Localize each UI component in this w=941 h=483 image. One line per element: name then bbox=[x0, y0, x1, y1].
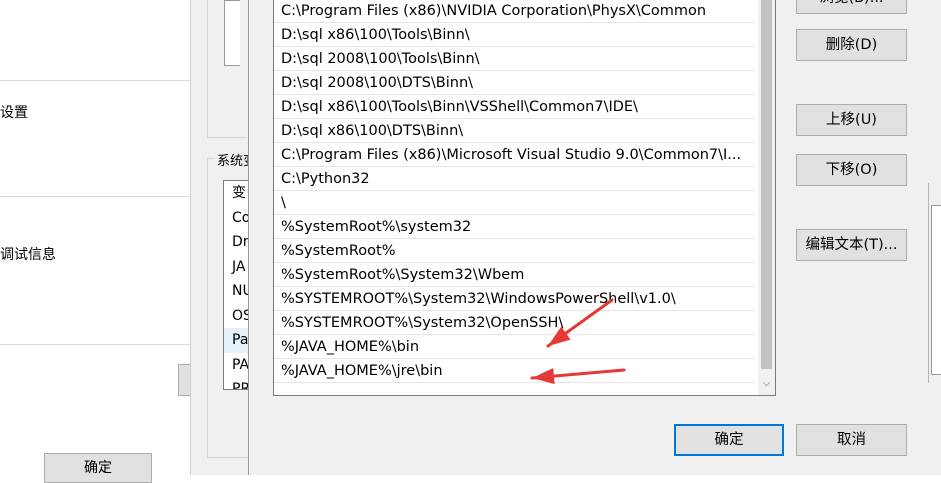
vertical-scrollbar[interactable]: ⌵ bbox=[758, 0, 775, 395]
divider bbox=[0, 196, 190, 197]
list-item[interactable]: JA bbox=[224, 255, 249, 280]
move-up-button[interactable]: 上移(U) bbox=[796, 104, 907, 136]
list-item[interactable]: PR bbox=[224, 377, 249, 389]
path-entry[interactable]: %SYSTEMROOT%\System32\OpenSSH\ bbox=[274, 311, 754, 335]
path-entries-list[interactable]: C:\Program Files (x86)\NVIDIA Corporatio… bbox=[273, 0, 776, 396]
list-item[interactable]: PA bbox=[224, 353, 249, 378]
background-window-edge bbox=[928, 183, 941, 383]
edit-environment-variable-dialog: C:\Program Files (x86)\NVIDIA Corporatio… bbox=[248, 0, 941, 475]
path-entry[interactable]: D:\sql x86\100\Tools\Binn\VSShell\Common… bbox=[274, 95, 754, 119]
divider bbox=[0, 80, 190, 81]
scroll-down-arrow-icon[interactable]: ⌵ bbox=[758, 375, 775, 392]
background-ok-button[interactable]: 确定 bbox=[44, 453, 152, 483]
background-list bbox=[931, 205, 941, 375]
divider bbox=[0, 344, 190, 345]
path-entry[interactable]: D:\sql x86\100\Tools\Binn\ bbox=[274, 23, 754, 47]
settings-label: 设置 bbox=[0, 105, 28, 121]
list-item[interactable]: Dr bbox=[224, 230, 249, 255]
path-entry[interactable]: %JAVA_HOME%\jre\bin bbox=[274, 359, 754, 383]
system-variables-list[interactable]: 变 Co Dr JA NU OS Pa PA PR bbox=[223, 180, 249, 390]
cancel-button[interactable]: 取消 bbox=[796, 424, 907, 456]
delete-button[interactable]: 删除(D) bbox=[796, 29, 907, 61]
list-item[interactable]: NU bbox=[224, 279, 249, 304]
background-window: 设置 调试信息 确定 bbox=[0, 0, 190, 483]
path-entry[interactable]: D:\sql 2008\100\DTS\Binn\ bbox=[274, 71, 754, 95]
list-item[interactable]: OS bbox=[224, 304, 249, 329]
path-entry[interactable]: D:\sql x86\100\DTS\Binn\ bbox=[274, 119, 754, 143]
path-entry[interactable]: D:\sql 2008\100\Tools\Binn\ bbox=[274, 47, 754, 71]
path-entry[interactable]: C:\Python32 bbox=[274, 167, 754, 191]
path-entry[interactable]: C:\Program Files (x86)\NVIDIA Corporatio… bbox=[274, 0, 754, 23]
list-item[interactable]: 变 bbox=[224, 181, 249, 206]
system-properties-window: 系统变量(S) 变 Co Dr JA NU OS Pa PA PR bbox=[190, 0, 253, 475]
list-item-selected[interactable]: Pa bbox=[224, 328, 249, 353]
user-variables-list[interactable] bbox=[224, 0, 240, 66]
scrollbar-thumb[interactable] bbox=[761, 0, 772, 369]
resize-grip[interactable] bbox=[914, 460, 941, 475]
path-entry[interactable]: %SystemRoot%\system32 bbox=[274, 215, 754, 239]
path-entry[interactable]: \ bbox=[274, 191, 754, 215]
ok-button[interactable]: 确定 bbox=[674, 424, 784, 456]
path-entry[interactable]: %SystemRoot% bbox=[274, 239, 754, 263]
edit-text-button[interactable]: 编辑文本(T)... bbox=[796, 229, 907, 261]
hidden-button-stub[interactable] bbox=[178, 364, 190, 396]
list-item[interactable]: Co bbox=[224, 206, 249, 231]
debug-info-label: 调试信息 bbox=[0, 247, 56, 263]
path-entry[interactable]: %SYSTEMROOT%\System32\WindowsPowerShell\… bbox=[274, 287, 754, 311]
path-entry[interactable]: %JAVA_HOME%\bin bbox=[274, 335, 754, 359]
path-entry[interactable]: %SystemRoot%\System32\Wbem bbox=[274, 263, 754, 287]
move-down-button[interactable]: 下移(O) bbox=[796, 154, 907, 186]
browse-button[interactable]: 浏览(B)... bbox=[796, 0, 907, 14]
path-entry[interactable]: C:\Program Files (x86)\Microsoft Visual … bbox=[274, 143, 754, 167]
